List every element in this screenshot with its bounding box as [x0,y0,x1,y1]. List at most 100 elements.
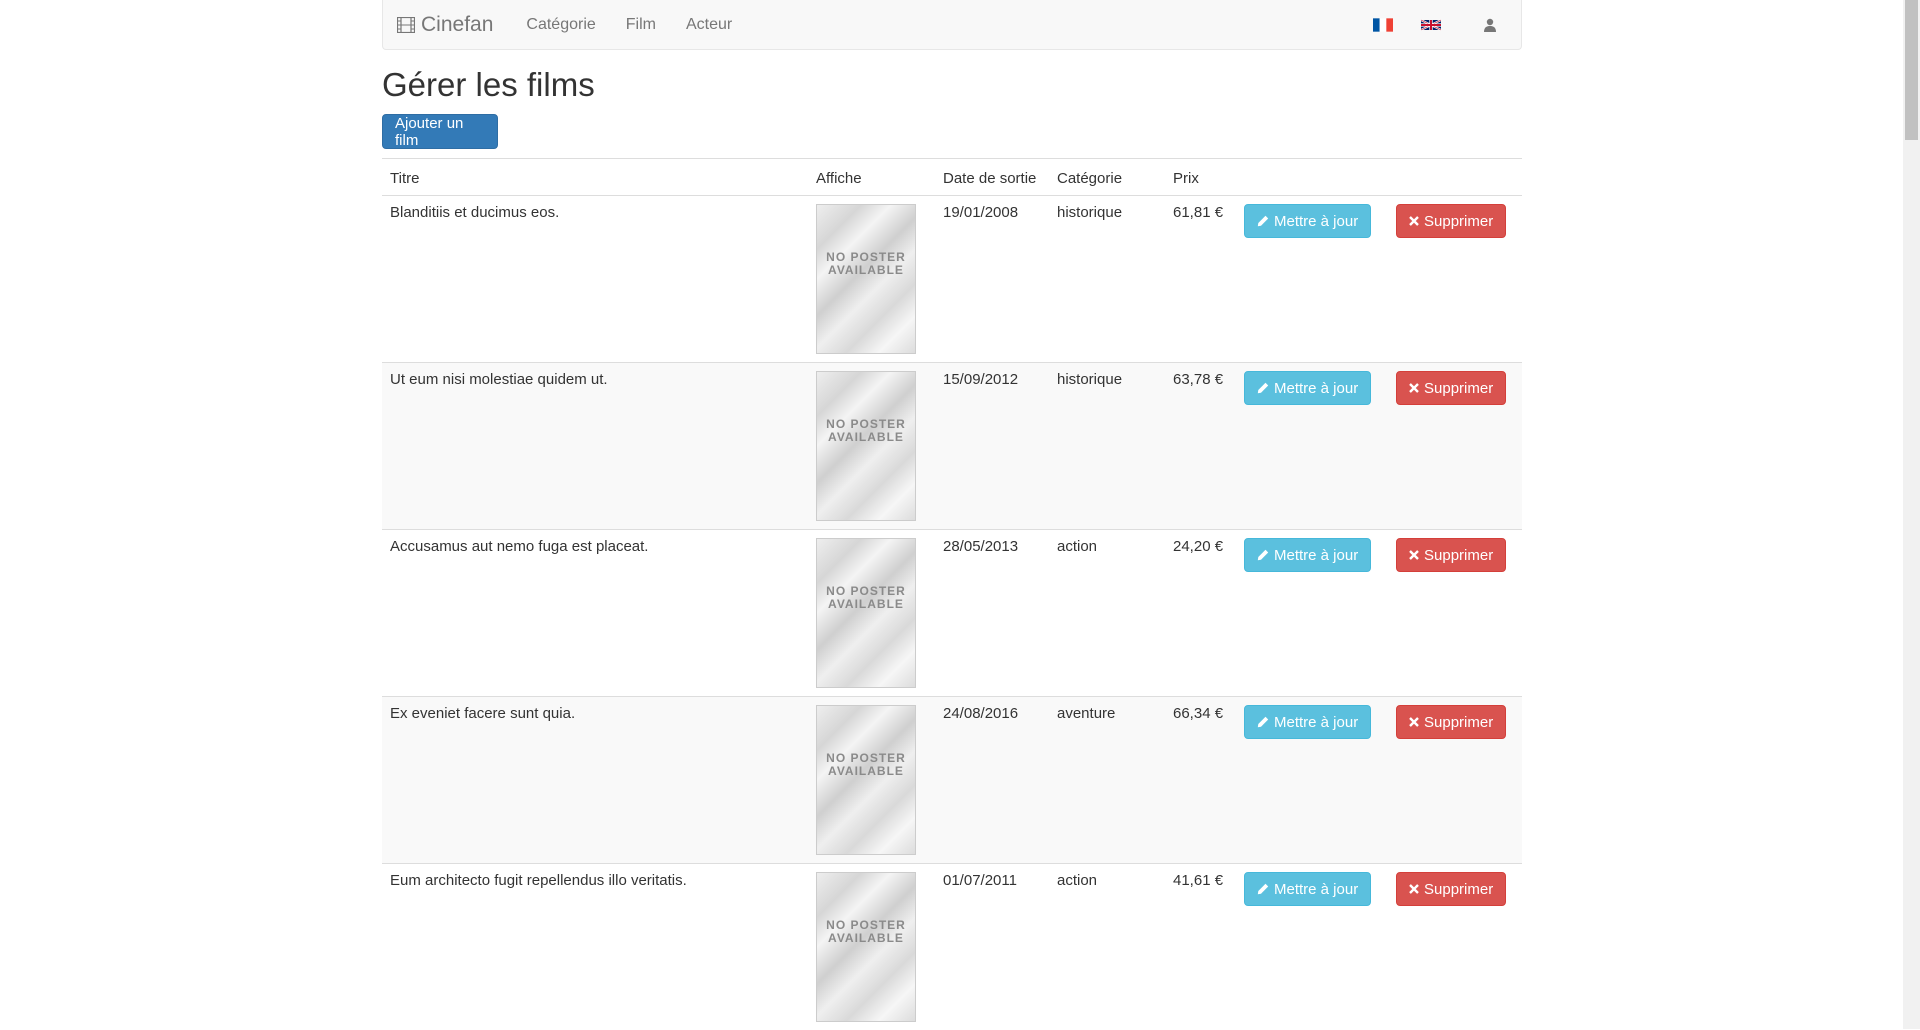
table-row: Accusamus aut nemo fuga est placeat. NO … [382,530,1522,697]
delete-button[interactable]: Supprimer [1396,538,1506,572]
update-cell: Mettre à jour [1236,864,1388,1030]
poster-image: NO POSTERAVAILABLE [816,204,916,354]
table-row: Ut eum nisi molestiae quidem ut. NO POST… [382,363,1522,530]
poster-image: NO POSTERAVAILABLE [816,371,916,521]
close-icon [1409,884,1419,894]
film-date: 15/09/2012 [935,363,1049,530]
update-label: Mettre à jour [1274,714,1358,731]
update-cell: Mettre à jour [1236,530,1388,697]
nav-film[interactable]: Film [611,16,671,34]
header-prix: Prix [1165,159,1236,196]
fr-flag-icon[interactable] [1373,18,1393,32]
nav-acteur[interactable]: Acteur [671,16,747,34]
poster-text-line2: AVAILABLE [828,263,904,277]
table-row: Blanditiis et ducimus eos. NO POSTERAVAI… [382,196,1522,363]
film-price: 61,81 € [1165,196,1236,363]
delete-label: Supprimer [1424,881,1493,898]
film-date: 24/08/2016 [935,697,1049,864]
header-titre: Titre [382,159,808,196]
brand-link[interactable]: Cinefan [397,13,493,37]
update-cell: Mettre à jour [1236,697,1388,864]
update-button[interactable]: Mettre à jour [1244,371,1371,405]
film-icon [397,17,415,33]
poster-image: NO POSTERAVAILABLE [816,872,916,1022]
pencil-icon [1257,716,1269,728]
update-button[interactable]: Mettre à jour [1244,705,1371,739]
update-label: Mettre à jour [1274,380,1358,397]
poster-image: NO POSTERAVAILABLE [816,705,916,855]
update-button[interactable]: Mettre à jour [1244,538,1371,572]
uk-flag-icon[interactable] [1421,18,1441,32]
delete-label: Supprimer [1424,213,1493,230]
update-label: Mettre à jour [1274,547,1358,564]
delete-label: Supprimer [1424,380,1493,397]
nav-categorie[interactable]: Catégorie [511,16,610,34]
delete-button[interactable]: Supprimer [1396,705,1506,739]
poster-text-line1: NO POSTER [826,918,906,932]
pencil-icon [1257,382,1269,394]
delete-label: Supprimer [1424,714,1493,731]
delete-cell: Supprimer [1388,864,1522,1030]
poster-text-line1: NO POSTER [826,751,906,765]
film-category: action [1049,864,1165,1030]
film-title: Ut eum nisi molestiae quidem ut. [382,363,808,530]
navbar-right [1373,18,1497,32]
poster-text-line2: AVAILABLE [828,430,904,444]
brand-name: Cinefan [421,13,493,37]
update-button[interactable]: Mettre à jour [1244,204,1371,238]
close-icon [1409,550,1419,560]
films-table: Titre Affiche Date de sortie Catégorie P… [382,158,1522,1030]
header-affiche: Affiche [808,159,935,196]
poster-image: NO POSTERAVAILABLE [816,538,916,688]
delete-cell: Supprimer [1388,196,1522,363]
user-icon[interactable] [1483,18,1497,32]
page-scrollbar[interactable] [1903,0,1920,1029]
film-category: action [1049,530,1165,697]
film-title: Blanditiis et ducimus eos. [382,196,808,363]
header-delete [1388,159,1522,196]
pencil-icon [1257,549,1269,561]
update-cell: Mettre à jour [1236,196,1388,363]
poster-cell: NO POSTERAVAILABLE [808,196,935,363]
table-row: Ex eveniet facere sunt quia. NO POSTERAV… [382,697,1522,864]
film-title: Accusamus aut nemo fuga est placeat. [382,530,808,697]
poster-text-line2: AVAILABLE [828,931,904,945]
delete-button[interactable]: Supprimer [1396,204,1506,238]
pencil-icon [1257,883,1269,895]
film-price: 63,78 € [1165,363,1236,530]
page-title: Gérer les films [382,68,595,101]
poster-text-line2: AVAILABLE [828,764,904,778]
delete-cell: Supprimer [1388,530,1522,697]
film-category: historique [1049,363,1165,530]
film-title: Eum architecto fugit repellendus illo ve… [382,864,808,1030]
delete-button[interactable]: Supprimer [1396,872,1506,906]
poster-text-line2: AVAILABLE [828,597,904,611]
poster-cell: NO POSTERAVAILABLE [808,363,935,530]
film-price: 24,20 € [1165,530,1236,697]
header-categorie: Catégorie [1049,159,1165,196]
close-icon [1409,216,1419,226]
close-icon [1409,383,1419,393]
film-date: 28/05/2013 [935,530,1049,697]
update-label: Mettre à jour [1274,881,1358,898]
delete-label: Supprimer [1424,547,1493,564]
poster-text-line1: NO POSTER [826,417,906,431]
add-film-button[interactable]: Ajouter un film [382,114,498,149]
pencil-icon [1257,215,1269,227]
film-title: Ex eveniet facere sunt quia. [382,697,808,864]
film-price: 41,61 € [1165,864,1236,1030]
scrollbar-thumb[interactable] [1905,0,1918,140]
update-cell: Mettre à jour [1236,363,1388,530]
delete-cell: Supprimer [1388,697,1522,864]
film-date: 19/01/2008 [935,196,1049,363]
table-row: Eum architecto fugit repellendus illo ve… [382,864,1522,1030]
poster-cell: NO POSTERAVAILABLE [808,864,935,1030]
film-date: 01/07/2011 [935,864,1049,1030]
update-button[interactable]: Mettre à jour [1244,872,1371,906]
poster-cell: NO POSTERAVAILABLE [808,697,935,864]
delete-button[interactable]: Supprimer [1396,371,1506,405]
header-date: Date de sortie [935,159,1049,196]
navbar: Cinefan Catégorie Film Acteur [382,0,1522,50]
close-icon [1409,717,1419,727]
poster-cell: NO POSTERAVAILABLE [808,530,935,697]
